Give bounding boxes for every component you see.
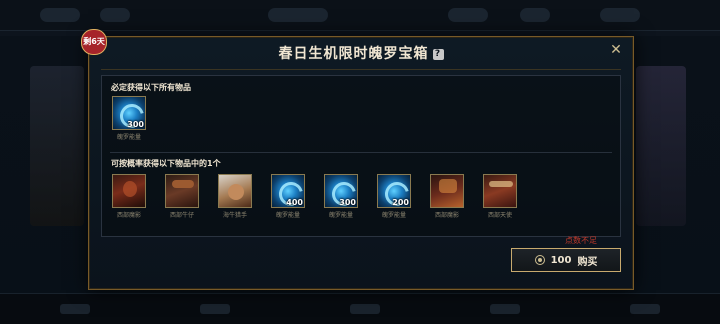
item-name: 魄罗能量	[381, 212, 406, 219]
guaranteed-label: 必定获得以下所有物品	[111, 83, 191, 92]
client-bottom-bar	[0, 293, 720, 324]
chest-modal: 剩6天 春日生机限时魄罗宝箱? ✕ 必定获得以下所有物品 300 魄罗能量 可按概…	[81, 29, 634, 290]
chance-label: 可按概率获得以下物品中的1个	[111, 159, 221, 168]
close-icon[interactable]: ✕	[609, 43, 623, 57]
skin-thumbnail	[112, 174, 146, 208]
bottom-bar-item	[60, 304, 90, 314]
background-card-left	[30, 66, 84, 226]
item-name: 西部天使	[487, 212, 512, 219]
section-divider	[110, 152, 612, 153]
skin-thumbnail	[218, 174, 252, 208]
item-quantity: 300	[127, 120, 144, 129]
item-name: 魄罗能量	[116, 134, 141, 141]
modal-title-row: 春日生机限时魄罗宝箱?	[89, 43, 633, 63]
skin-thumbnail	[165, 174, 199, 208]
reward-item[interactable]: 西部魔影	[110, 174, 148, 219]
background-card-right	[636, 66, 686, 226]
item-quantity: 300	[339, 198, 356, 207]
essence-icon: 200	[377, 174, 411, 208]
reward-item[interactable]: 300 魄罗能量	[110, 96, 148, 141]
item-name: 魄罗能量	[275, 212, 300, 219]
top-bar-item	[600, 8, 640, 22]
modal-title: 春日生机限时魄罗宝箱	[278, 46, 429, 62]
buy-button[interactable]: 100 购买	[511, 248, 621, 272]
item-name: 西部魔影	[434, 212, 459, 219]
item-name: 西部魔影	[116, 212, 141, 219]
reward-item[interactable]: 海牛猎手	[216, 174, 254, 219]
top-bar-logo	[40, 8, 80, 22]
item-name: 海牛猎手	[222, 212, 247, 219]
bottom-bar-item	[350, 304, 380, 314]
buy-price: 100	[550, 254, 572, 266]
client-top-bar	[0, 0, 720, 31]
essence-icon: 300	[324, 174, 358, 208]
skin-thumbnail	[483, 174, 517, 208]
coin-icon	[534, 255, 545, 265]
item-name: 魄罗能量	[328, 212, 353, 219]
item-quantity: 200	[392, 198, 409, 207]
reward-item[interactable]: 西部魔影	[428, 174, 466, 219]
help-icon[interactable]: ?	[432, 48, 444, 60]
rewards-panel: 必定获得以下所有物品 300 魄罗能量 可按概率获得以下物品中的1个 西部魔影 西部…	[101, 75, 621, 237]
reward-item[interactable]: 200 魄罗能量	[375, 174, 413, 219]
title-divider	[101, 69, 621, 70]
reward-item[interactable]: 400 魄罗能量	[269, 174, 307, 219]
reward-item[interactable]: 西部牛仔	[163, 174, 201, 219]
essence-icon: 400	[271, 174, 305, 208]
insufficient-points-text: 点数不足	[565, 236, 597, 245]
reward-item[interactable]: 西部天使	[481, 174, 519, 219]
item-quantity: 400	[286, 198, 303, 207]
top-bar-item	[100, 8, 130, 22]
top-bar-item	[448, 8, 488, 22]
bottom-bar-item	[200, 304, 230, 314]
item-name: 西部牛仔	[169, 212, 194, 219]
bottom-bar-item	[630, 304, 660, 314]
bottom-bar-item	[490, 304, 520, 314]
skin-thumbnail	[430, 174, 464, 208]
buy-label: 购买	[577, 256, 598, 268]
reward-item[interactable]: 300 魄罗能量	[322, 174, 360, 219]
essence-icon: 300	[112, 96, 146, 130]
top-bar-toggle	[268, 8, 328, 22]
top-bar-item	[520, 8, 550, 22]
